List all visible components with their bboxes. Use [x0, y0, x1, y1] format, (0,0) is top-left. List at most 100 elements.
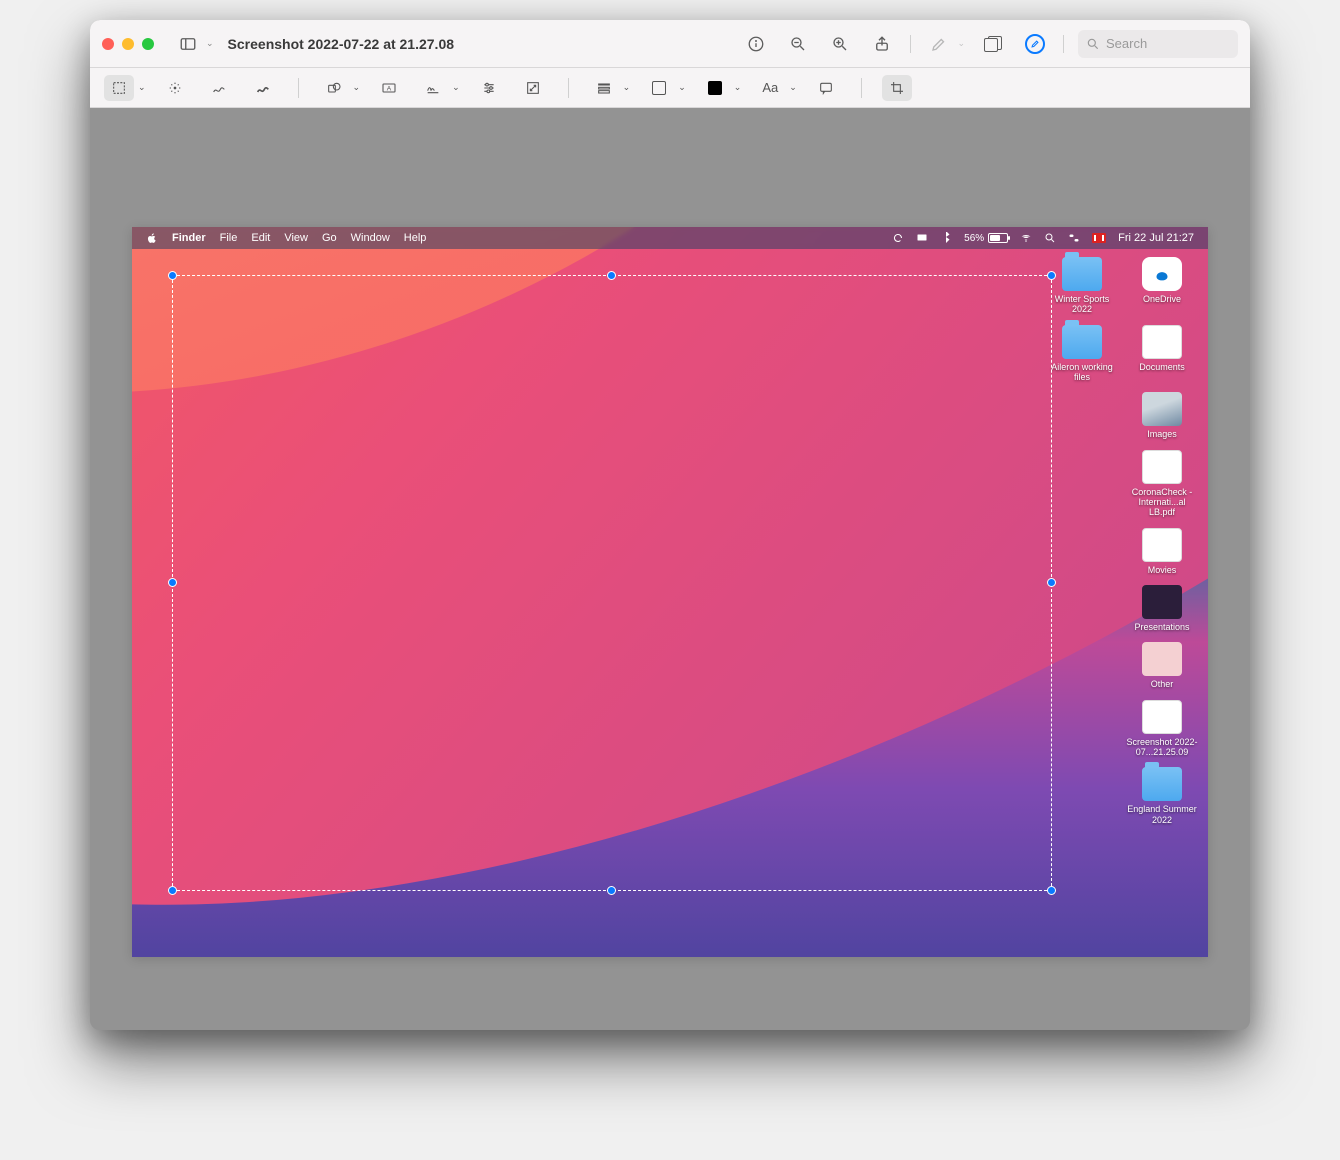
selection-handle[interactable] [168, 271, 177, 280]
sidebar-toggle-icon[interactable] [174, 30, 202, 58]
folder-icon [1062, 257, 1102, 291]
line-weight-icon[interactable] [589, 75, 619, 101]
selection-handle[interactable] [1047, 271, 1056, 280]
folder-icon [1142, 767, 1182, 801]
desktop-icon-label: Presentations [1134, 622, 1189, 632]
inner-datetime[interactable]: Fri 22 Jul 21:27 [1118, 232, 1194, 244]
desktop-icon[interactable]: CoronaCheck - Internati...al LB.pdf [1126, 450, 1198, 518]
inner-menu-item[interactable]: View [284, 232, 308, 244]
inner-menubar: Finder File Edit View Go Window Help 56% [132, 227, 1208, 249]
desktop-icon-label: OneDrive [1143, 294, 1181, 304]
adjust-size-icon[interactable] [518, 75, 548, 101]
annotate-icon[interactable] [811, 75, 841, 101]
selection-handle[interactable] [607, 271, 616, 280]
desktop-icon[interactable]: Winter Sports 2022 [1046, 257, 1118, 315]
doc-icon [1142, 450, 1182, 484]
pink-icon [1142, 642, 1182, 676]
sketch-icon[interactable] [204, 75, 234, 101]
sync-icon[interactable] [892, 232, 904, 244]
markup-toolbar: ⌄ ⌄ A ⌄ ⌄ ⌄ ⌄ Aa ⌄ [90, 68, 1250, 108]
window-title: Screenshot 2022-07-22 at 21.27.08 [228, 36, 454, 52]
inner-menu-item[interactable]: Window [351, 232, 390, 244]
fill-color-icon[interactable] [700, 75, 730, 101]
shapes-icon[interactable] [319, 75, 349, 101]
text-box-icon[interactable]: A [374, 75, 404, 101]
selection-handle[interactable] [168, 578, 177, 587]
image-icon [1142, 392, 1182, 426]
display-icon[interactable] [916, 232, 928, 244]
info-icon[interactable] [742, 30, 770, 58]
desktop-icon-label: Documents [1139, 362, 1185, 372]
desktop-icon[interactable]: England Summer 2022 [1126, 767, 1198, 825]
chevron-down-icon[interactable]: ⌄ [678, 82, 686, 93]
chevron-down-icon[interactable]: ⌄ [734, 82, 742, 93]
desktop-icon-label: CoronaCheck - Internati...al LB.pdf [1126, 487, 1198, 518]
desktop-icon[interactable]: Documents [1126, 325, 1198, 383]
zoom-in-icon[interactable] [826, 30, 854, 58]
inner-menu-item[interactable]: Help [404, 232, 427, 244]
doc-icon [1142, 528, 1182, 562]
spotlight-icon[interactable] [1044, 232, 1056, 244]
desktop-icon[interactable]: Images [1126, 392, 1198, 439]
desktop-icon-label: England Summer 2022 [1126, 804, 1198, 825]
desktop-icon-label: Aileron working files [1046, 362, 1118, 383]
border-color-icon[interactable] [644, 75, 674, 101]
canvas-area[interactable]: Finder File Edit View Go Window Help 56% [90, 108, 1250, 1030]
crop-icon[interactable] [882, 75, 912, 101]
apple-icon[interactable] [146, 232, 158, 244]
zoom-out-icon[interactable] [784, 30, 812, 58]
desktop-icons-grid: Winter Sports 2022 OneDrive Aileron workin… [1046, 257, 1198, 825]
chevron-down-icon[interactable]: ⌄ [452, 82, 460, 93]
minimize-button[interactable] [122, 38, 134, 50]
flag-icon[interactable] [1092, 233, 1106, 243]
selection-handle[interactable] [1047, 886, 1056, 895]
chevron-down-icon[interactable]: ⌄ [957, 38, 965, 49]
highlight-icon[interactable] [925, 30, 953, 58]
fullscreen-button[interactable] [142, 38, 154, 50]
inner-menu-item[interactable]: File [220, 232, 238, 244]
inner-menu-item[interactable]: Edit [251, 232, 270, 244]
doc-icon [1142, 700, 1182, 734]
desktop-icon[interactable]: Presentations [1126, 585, 1198, 632]
battery-status[interactable]: 56% [964, 233, 1008, 244]
bluetooth-icon[interactable] [940, 232, 952, 244]
chevron-down-icon[interactable]: ⌄ [353, 82, 361, 93]
chevron-down-icon[interactable]: ⌄ [206, 38, 214, 49]
inner-menu-item[interactable]: Go [322, 232, 337, 244]
screenshot-content: Finder File Edit View Go Window Help 56% [132, 227, 1208, 957]
text-style-button[interactable]: Aa [755, 75, 785, 101]
rotate-icon[interactable] [979, 30, 1007, 58]
share-icon[interactable] [868, 30, 896, 58]
chevron-down-icon[interactable]: ⌄ [138, 82, 146, 93]
draw-icon[interactable] [248, 75, 278, 101]
adjust-color-icon[interactable] [474, 75, 504, 101]
desktop-icon-label: Images [1147, 429, 1177, 439]
selection-handle[interactable] [1047, 578, 1056, 587]
search-input[interactable]: Search [1078, 30, 1238, 58]
titlebar: ⌄ Screenshot 2022-07-22 at 21.27.08 ⌄ Se… [90, 20, 1250, 68]
folder-icon [1062, 325, 1102, 359]
close-button[interactable] [102, 38, 114, 50]
sign-icon[interactable] [418, 75, 448, 101]
svg-text:A: A [387, 85, 392, 92]
instant-alpha-icon[interactable] [160, 75, 190, 101]
desktop-icon[interactable]: Aileron working files [1046, 325, 1118, 383]
wifi-icon[interactable] [1020, 232, 1032, 244]
crop-selection[interactable] [172, 275, 1052, 891]
desktop-icon[interactable]: Other [1126, 642, 1198, 689]
inner-menu-app[interactable]: Finder [172, 232, 206, 244]
desktop-icon[interactable]: Movies [1126, 528, 1198, 575]
desktop-icon[interactable]: OneDrive [1126, 257, 1198, 315]
selection-tool-icon[interactable] [104, 75, 134, 101]
traffic-lights [102, 38, 154, 50]
chevron-down-icon[interactable]: ⌄ [789, 82, 797, 93]
selection-handle[interactable] [607, 886, 616, 895]
doc-icon [1142, 325, 1182, 359]
markup-toggle-icon[interactable] [1021, 30, 1049, 58]
chevron-down-icon[interactable]: ⌄ [623, 82, 631, 93]
control-center-icon[interactable] [1068, 232, 1080, 244]
preview-window: ⌄ Screenshot 2022-07-22 at 21.27.08 ⌄ Se… [90, 20, 1250, 1030]
desktop-icon[interactable]: Screenshot 2022-07...21.25.09 [1126, 700, 1198, 758]
desktop-icon-label: Screenshot 2022-07...21.25.09 [1126, 737, 1198, 758]
selection-handle[interactable] [168, 886, 177, 895]
